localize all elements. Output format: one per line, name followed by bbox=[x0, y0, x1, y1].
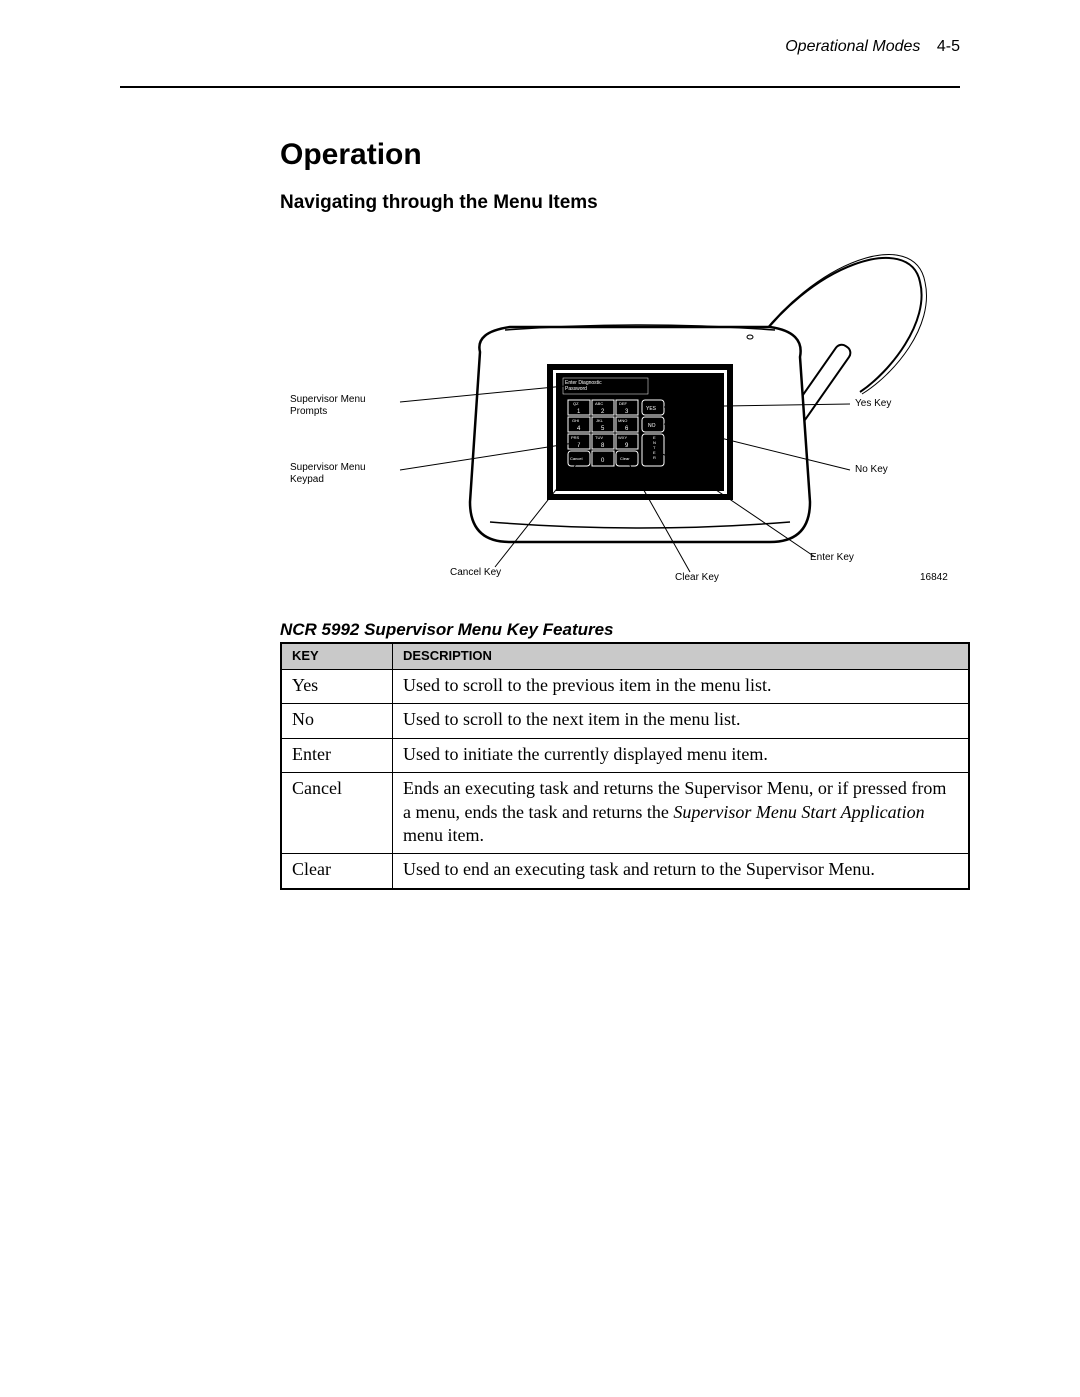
table-row: Enter Used to initiate the currently dis… bbox=[281, 738, 969, 772]
svg-text:Cancel: Cancel bbox=[570, 456, 583, 461]
svg-text:R: R bbox=[653, 455, 656, 460]
page-header: Operational Modes 4-5 bbox=[120, 38, 960, 56]
svg-text:MNO: MNO bbox=[618, 418, 627, 423]
svg-text:WXY: WXY bbox=[618, 435, 627, 440]
section-heading: Operation bbox=[280, 138, 960, 172]
header-rule bbox=[120, 86, 960, 88]
svg-text:NO: NO bbox=[648, 423, 656, 429]
desc-cell: Used to initiate the currently displayed… bbox=[393, 738, 970, 772]
svg-text:TUV: TUV bbox=[595, 435, 603, 440]
label-enter: Enter Key bbox=[810, 552, 854, 564]
key-features-table: KEY DESCRIPTION Yes Used to scroll to th… bbox=[280, 642, 970, 890]
table-row: No Used to scroll to the next item in th… bbox=[281, 704, 969, 738]
table-row: Cancel Ends an executing task and return… bbox=[281, 773, 969, 854]
label-prompts: Supervisor MenuPrompts bbox=[290, 394, 400, 417]
key-cell: Cancel bbox=[281, 773, 393, 854]
svg-text:Password: Password bbox=[565, 386, 587, 392]
key-cell: Yes bbox=[281, 670, 393, 704]
label-keypad: Supervisor MenuKeypad bbox=[290, 462, 400, 485]
svg-text:Clear: Clear bbox=[620, 456, 630, 461]
chapter-title: Operational Modes bbox=[785, 38, 920, 55]
desc-cell: Used to scroll to the next item in the m… bbox=[393, 704, 970, 738]
label-cancel: Cancel Key bbox=[450, 567, 501, 579]
desc-cell: Ends an executing task and returns the S… bbox=[393, 773, 970, 854]
label-no: No Key bbox=[855, 464, 888, 476]
svg-text:PRS: PRS bbox=[571, 435, 580, 440]
svg-text:JKL: JKL bbox=[596, 418, 604, 423]
device-figure: Enter Diagnostic Password bbox=[280, 222, 960, 602]
table-row: Clear Used to end an executing task and … bbox=[281, 854, 969, 889]
key-cell: Clear bbox=[281, 854, 393, 889]
figure-id: 16842 bbox=[920, 572, 948, 584]
svg-text:DEF: DEF bbox=[619, 401, 628, 406]
svg-text:GHI: GHI bbox=[572, 418, 579, 423]
key-cell: Enter bbox=[281, 738, 393, 772]
desc-cell: Used to end an executing task and return… bbox=[393, 854, 970, 889]
page-number: 4-5 bbox=[937, 38, 960, 55]
desc-cell: Used to scroll to the previous item in t… bbox=[393, 670, 970, 704]
table-row: Yes Used to scroll to the previous item … bbox=[281, 670, 969, 704]
svg-text:QZ: QZ bbox=[573, 401, 579, 406]
label-clear: Clear Key bbox=[675, 572, 719, 584]
svg-text:YES: YES bbox=[646, 406, 657, 412]
subsection-heading: Navigating through the Menu Items bbox=[280, 192, 960, 214]
key-cell: No bbox=[281, 704, 393, 738]
svg-text:ABC: ABC bbox=[595, 401, 603, 406]
label-yes: Yes Key bbox=[855, 398, 891, 410]
col-header-desc: DESCRIPTION bbox=[393, 643, 970, 670]
col-header-key: KEY bbox=[281, 643, 393, 670]
table-caption: NCR 5992 Supervisor Menu Key Features bbox=[280, 620, 960, 640]
